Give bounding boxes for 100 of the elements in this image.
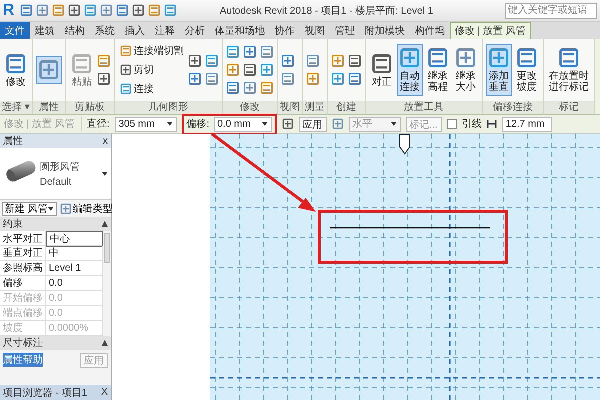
tool-icon (71, 52, 93, 74)
apply-button[interactable]: 应用 (298, 116, 326, 132)
ribbon-tab[interactable]: 构件坞 (410, 22, 450, 39)
tool-icon (164, 4, 177, 17)
offset-label: 偏移: (186, 118, 210, 131)
ribbon-button[interactable]: 修改 (3, 50, 29, 90)
property-label: 偏移 (0, 276, 46, 290)
caret-icon (262, 122, 268, 126)
tool-icon (306, 54, 320, 68)
ribbon-button[interactable]: 自动连接 (397, 44, 423, 96)
diameter-dropdown[interactable]: 305 mm (114, 116, 177, 132)
ribbon-tab[interactable]: 文件 (0, 22, 30, 39)
caret-icon (166, 122, 173, 126)
scrollbar[interactable] (104, 233, 110, 263)
tool-icon (68, 4, 81, 17)
panel-label: 偏移连接 (483, 101, 543, 114)
tool-icon (243, 45, 257, 59)
window-title: Autodesk Revit 2018 - 项目1 - 楼层平面: Level 1 (220, 4, 434, 18)
instance-dropdown[interactable]: 新建 风管 (2, 202, 57, 216)
ribbon-tab[interactable]: 注释 (150, 22, 180, 39)
type-selector[interactable]: 圆形风管 Default (0, 148, 111, 200)
panel-label: 创建 (328, 101, 365, 114)
properties-title: 属性 (3, 134, 23, 148)
tool-icon (226, 81, 240, 95)
tool-icon (281, 54, 295, 68)
panel-label: 放置工具 (366, 101, 482, 114)
ribbon-tab[interactable]: 修改 | 放置 风管 (450, 22, 531, 39)
tool-icon (306, 72, 320, 86)
length-field[interactable]: 12.7 mm (502, 116, 552, 132)
ribbon-tab[interactable]: 建筑 (30, 22, 60, 39)
tool-icon (84, 4, 97, 17)
ribbon-button[interactable]: 更改坡度 (514, 44, 540, 96)
ribbon-tab[interactable]: 视图 (300, 22, 330, 39)
ribbon-button[interactable]: 继承大小 (453, 44, 479, 96)
tool-icon (60, 202, 72, 214)
property-label: 端点偏移 (0, 306, 46, 320)
tool-icon (558, 47, 580, 69)
ribbon-tab[interactable]: 协作 (270, 22, 300, 39)
close-button[interactable]: x (103, 136, 108, 146)
ribbon-tab[interactable]: 分析 (180, 22, 210, 39)
section-header[interactable]: 尺寸标注 (0, 336, 111, 350)
tool-icon (148, 4, 161, 17)
tool-icon (188, 72, 202, 86)
property-label: 开始偏移 (0, 291, 46, 305)
tool-icon (243, 81, 257, 95)
tool-icon (97, 54, 111, 68)
property-value[interactable]: 0.0 (46, 276, 103, 290)
ribbon-tab[interactable]: 体量和场地 (210, 22, 270, 39)
ribbon-button[interactable]: 连接 (118, 81, 186, 97)
property-value[interactable]: 中心 (46, 231, 103, 247)
tool-icon (5, 52, 27, 74)
help-link[interactable]: 属性帮助 (3, 353, 43, 367)
edit-type-button[interactable]: 编辑类型 (60, 202, 113, 216)
search-field[interactable]: 键入关键字或短语 (505, 2, 597, 18)
ribbon-tab[interactable]: 系统 (90, 22, 120, 39)
offset-dropdown[interactable]: 0.0 mm (214, 116, 272, 132)
tool-icon (188, 54, 202, 68)
ribbon-button[interactable]: 对正 (369, 50, 395, 90)
collapse-icon (102, 221, 108, 227)
tool-icon (331, 54, 345, 68)
property-value[interactable]: 中 (46, 246, 103, 260)
panel-label: 修改 (223, 101, 277, 114)
panel-label: 选择 ▾ (0, 101, 32, 114)
panel-label: 几何图形 (115, 101, 222, 114)
ribbon-button[interactable]: 剪切 (118, 62, 186, 78)
tool-icon (226, 45, 240, 59)
ribbon-tab[interactable]: 附加模块 (360, 22, 410, 39)
tool-icon (132, 4, 145, 17)
panel-label: 标记 (544, 101, 594, 114)
ribbon-button[interactable]: 在放置时进行标记 (547, 44, 591, 96)
caret-icon (48, 206, 54, 210)
caret-icon (102, 172, 108, 176)
close-button[interactable]: X (101, 387, 108, 398)
property-label: 参照标高 (0, 261, 46, 275)
ribbon-tab[interactable]: 结构 (60, 22, 90, 39)
ribbon-button[interactable]: 添加垂直 (486, 44, 512, 96)
ribbon-tab[interactable]: 插入 (120, 22, 150, 39)
tool-icon (281, 72, 295, 86)
property-value[interactable]: Level 1 (46, 261, 103, 275)
type-subname: Default (40, 176, 73, 188)
app-logo[interactable]: R (3, 2, 17, 20)
tool-icon (455, 47, 477, 69)
ribbon-button[interactable]: 继承高程 (425, 44, 451, 96)
panel-label: 测量 (303, 101, 327, 114)
diameter-label: 直径: (86, 118, 110, 131)
leader-checkbox[interactable] (446, 119, 457, 129)
tool-icon (120, 64, 132, 76)
section-header[interactable]: 约束 (0, 217, 111, 231)
ribbon-tab[interactable]: 管理 (330, 22, 360, 39)
ribbon-button[interactable]: 连接端切割 (118, 43, 186, 59)
section-title: 尺寸标注 (3, 336, 43, 350)
collapse-icon (102, 340, 108, 346)
tool-icon (226, 63, 240, 77)
tool-icon (243, 63, 257, 77)
ribbon-button[interactable] (36, 56, 62, 84)
tool-icon (427, 47, 449, 69)
tool-icon (52, 4, 65, 17)
type-name: 圆形风管 (40, 160, 81, 174)
tool-icon (205, 72, 219, 86)
tool-icon (371, 52, 393, 74)
